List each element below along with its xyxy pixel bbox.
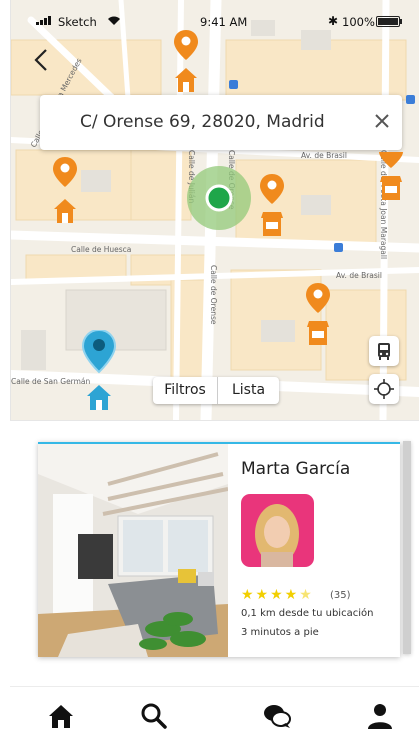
clock: 9:41 AM <box>200 15 248 29</box>
address-search-bar[interactable]: C/ Orense 69, 28020, Madrid <box>40 95 402 150</box>
street-label: Av. de Brasil <box>301 151 347 160</box>
bluetooth-icon: ✱ <box>328 14 339 28</box>
profile-icon[interactable] <box>365 701 395 731</box>
host-name: Marta García <box>241 459 351 479</box>
crosshair-icon <box>374 379 394 399</box>
address-text: C/ Orense 69, 28020, Madrid <box>80 112 325 132</box>
review-count: (35) <box>330 590 351 601</box>
current-location-dot <box>205 184 233 212</box>
metro-icon <box>334 243 343 252</box>
chat-icon[interactable] <box>262 701 292 731</box>
list-button[interactable]: Lista <box>218 377 279 404</box>
carrier-name: Sketch <box>58 15 97 29</box>
home-icon[interactable] <box>46 701 76 731</box>
next-listing-card[interactable] <box>403 441 411 654</box>
street-label: Calle de San Germán <box>11 377 91 386</box>
app-screen: Av. de Brasil Calle de Huesca Av. de Bra… <box>0 0 419 742</box>
street-label: Av. de Brasil <box>336 271 382 280</box>
bus-icon <box>378 343 390 360</box>
recenter-button[interactable] <box>369 374 399 404</box>
shop-pin[interactable] <box>305 283 331 349</box>
street-label: Calle de Huesca <box>71 245 131 254</box>
wifi-icon <box>108 16 120 25</box>
house-pin[interactable] <box>52 157 78 225</box>
street-label: Calle de Orense <box>209 265 218 325</box>
distance-text: 0,1 km desde tu ubicación <box>241 608 374 619</box>
listing-card[interactable]: Marta García ★★★★★ (35) 0,1 km desde tu … <box>38 442 400 657</box>
view-toggle: Filtros Lista <box>153 377 279 404</box>
search-icon[interactable] <box>139 701 169 731</box>
selected-house-pin[interactable] <box>82 330 116 412</box>
battery-level: 100% <box>342 15 375 29</box>
shop-pin[interactable] <box>259 174 285 240</box>
shop-pin[interactable] <box>378 150 404 204</box>
tab-bar <box>10 686 419 742</box>
battery-icon <box>376 16 402 27</box>
back-arrow-icon[interactable] <box>32 46 54 74</box>
room-photo <box>38 444 228 657</box>
status-bar: Sketch 9:41 AM ✱ 100% <box>10 0 419 44</box>
house-pin[interactable] <box>173 30 199 94</box>
metro-icon <box>406 95 415 104</box>
listing-carousel[interactable]: Marta García ★★★★★ (35) 0,1 km desde tu … <box>10 420 419 687</box>
rating-stars-icon: ★★★★★ <box>241 587 314 603</box>
metro-icon <box>229 80 238 89</box>
close-icon[interactable] <box>370 109 394 133</box>
avatar <box>241 494 314 567</box>
walk-time-text: 3 minutos a pie <box>241 627 319 638</box>
signal-icon <box>36 16 51 25</box>
filters-button[interactable]: Filtros <box>153 377 218 404</box>
transit-button[interactable] <box>369 336 399 366</box>
